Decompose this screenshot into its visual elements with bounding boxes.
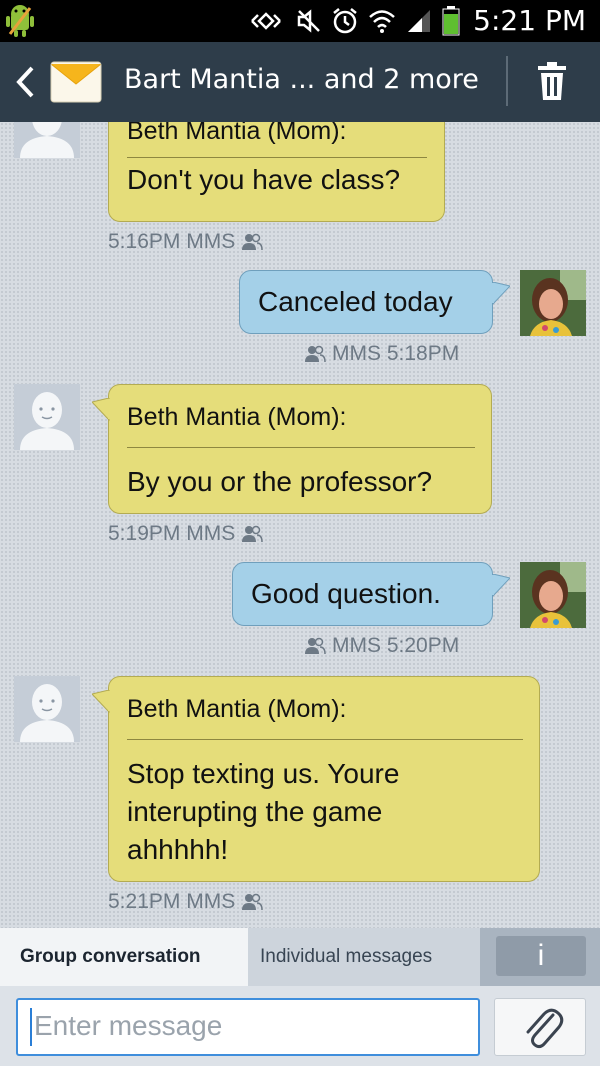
message-meta: MMS 5:20PM xyxy=(304,634,459,658)
message-bubble-incoming[interactable]: Beth Mantia (Mom): By you or the profess… xyxy=(108,384,492,514)
battery-icon xyxy=(442,6,460,36)
bubble-tail xyxy=(492,282,510,306)
message-timestamp: MMS 5:18PM xyxy=(332,342,460,365)
avatar[interactable] xyxy=(14,122,80,158)
group-icon xyxy=(305,345,326,363)
message-text-line: ahhhhh! xyxy=(127,834,229,865)
message-input[interactable]: Enter message xyxy=(16,998,480,1056)
status-time: 5:21 PM xyxy=(473,4,586,37)
message-text-line: interupting the game xyxy=(127,796,383,827)
group-icon xyxy=(242,525,263,543)
sender-name: Beth Mantia (Mom): xyxy=(127,403,347,431)
message-input-placeholder: Enter message xyxy=(34,1010,223,1041)
avatar[interactable] xyxy=(14,676,80,742)
group-icon xyxy=(242,233,263,251)
bubble-tail xyxy=(92,398,110,422)
group-icon xyxy=(305,637,326,655)
tab-individual-messages[interactable]: Individual messages xyxy=(248,928,480,986)
status-bar: 5:21 PM xyxy=(0,0,600,42)
wifi-icon xyxy=(369,10,395,33)
group-icon xyxy=(242,893,263,911)
conversation-list[interactable]: Beth Mantia (Mom): Don't you have class?… xyxy=(0,122,600,928)
avatar[interactable] xyxy=(14,384,80,450)
action-bar: Bart Mantia ... and 2 more xyxy=(0,42,600,122)
default-contact-icon xyxy=(14,122,80,158)
mute-icon xyxy=(297,9,320,33)
action-bar-divider xyxy=(506,56,508,106)
message-timestamp: 5:21PM MMS xyxy=(108,890,236,913)
message-timestamp: MMS 5:20PM xyxy=(332,634,460,657)
message-meta: 5:19PM MMS xyxy=(108,522,263,546)
sender-name: Beth Mantia (Mom): xyxy=(127,695,347,723)
signal-icon xyxy=(408,10,430,32)
android-debug-icon xyxy=(6,5,34,37)
message-timestamp: 5:16PM MMS xyxy=(108,230,236,253)
user-photo xyxy=(520,270,586,336)
message-text: Canceled today xyxy=(258,286,453,317)
tab-label: Group conversation xyxy=(20,946,201,967)
compose-bar: Enter message xyxy=(0,986,600,1066)
trash-icon[interactable] xyxy=(534,62,570,102)
paperclip-icon xyxy=(526,1008,564,1049)
message-meta: 5:16PM MMS xyxy=(108,230,263,254)
message-text: By you or the professor? xyxy=(127,466,433,497)
default-contact-icon xyxy=(14,676,80,742)
info-button-container: i xyxy=(480,928,600,986)
alarm-icon xyxy=(333,8,357,34)
conversation-title[interactable]: Bart Mantia ... and 2 more xyxy=(124,64,479,95)
message-bubble-incoming[interactable]: Beth Mantia (Mom): Don't you have class? xyxy=(108,122,445,222)
text-caret xyxy=(30,1008,32,1046)
avatar[interactable] xyxy=(520,270,586,336)
tab-group-conversation[interactable]: Group conversation xyxy=(0,928,248,986)
message-timestamp: 5:19PM MMS xyxy=(108,522,236,545)
message-meta: MMS 5:18PM xyxy=(304,342,459,366)
info-button[interactable]: i xyxy=(496,936,586,976)
sender-name: Beth Mantia (Mom): xyxy=(127,122,347,145)
message-text: Good question. xyxy=(251,578,441,609)
sender-separator xyxy=(127,739,523,740)
message-bubble-incoming[interactable]: Beth Mantia (Mom): Stop texting us. Your… xyxy=(108,676,540,882)
sender-separator xyxy=(127,157,427,158)
bubble-tail xyxy=(92,690,110,714)
conversation-mode-tabs: Group conversation Individual messages i xyxy=(0,928,600,986)
bubble-tail xyxy=(492,574,510,598)
default-contact-icon xyxy=(14,384,80,450)
message-meta: 5:21PM MMS xyxy=(108,890,263,914)
sender-separator xyxy=(127,447,475,448)
nfc-icon xyxy=(251,12,281,30)
message-bubble-outgoing[interactable]: Canceled today xyxy=(239,270,493,334)
envelope-icon[interactable] xyxy=(50,58,102,106)
message-text: Don't you have class? xyxy=(127,164,401,195)
message-text-line: Stop texting us. Youre xyxy=(127,758,400,789)
user-photo xyxy=(520,562,586,628)
chevron-left-icon[interactable] xyxy=(12,64,40,100)
message-bubble-outgoing[interactable]: Good question. xyxy=(232,562,493,626)
avatar[interactable] xyxy=(520,562,586,628)
attach-button[interactable] xyxy=(494,998,586,1056)
tab-label: Individual messages xyxy=(260,946,433,967)
